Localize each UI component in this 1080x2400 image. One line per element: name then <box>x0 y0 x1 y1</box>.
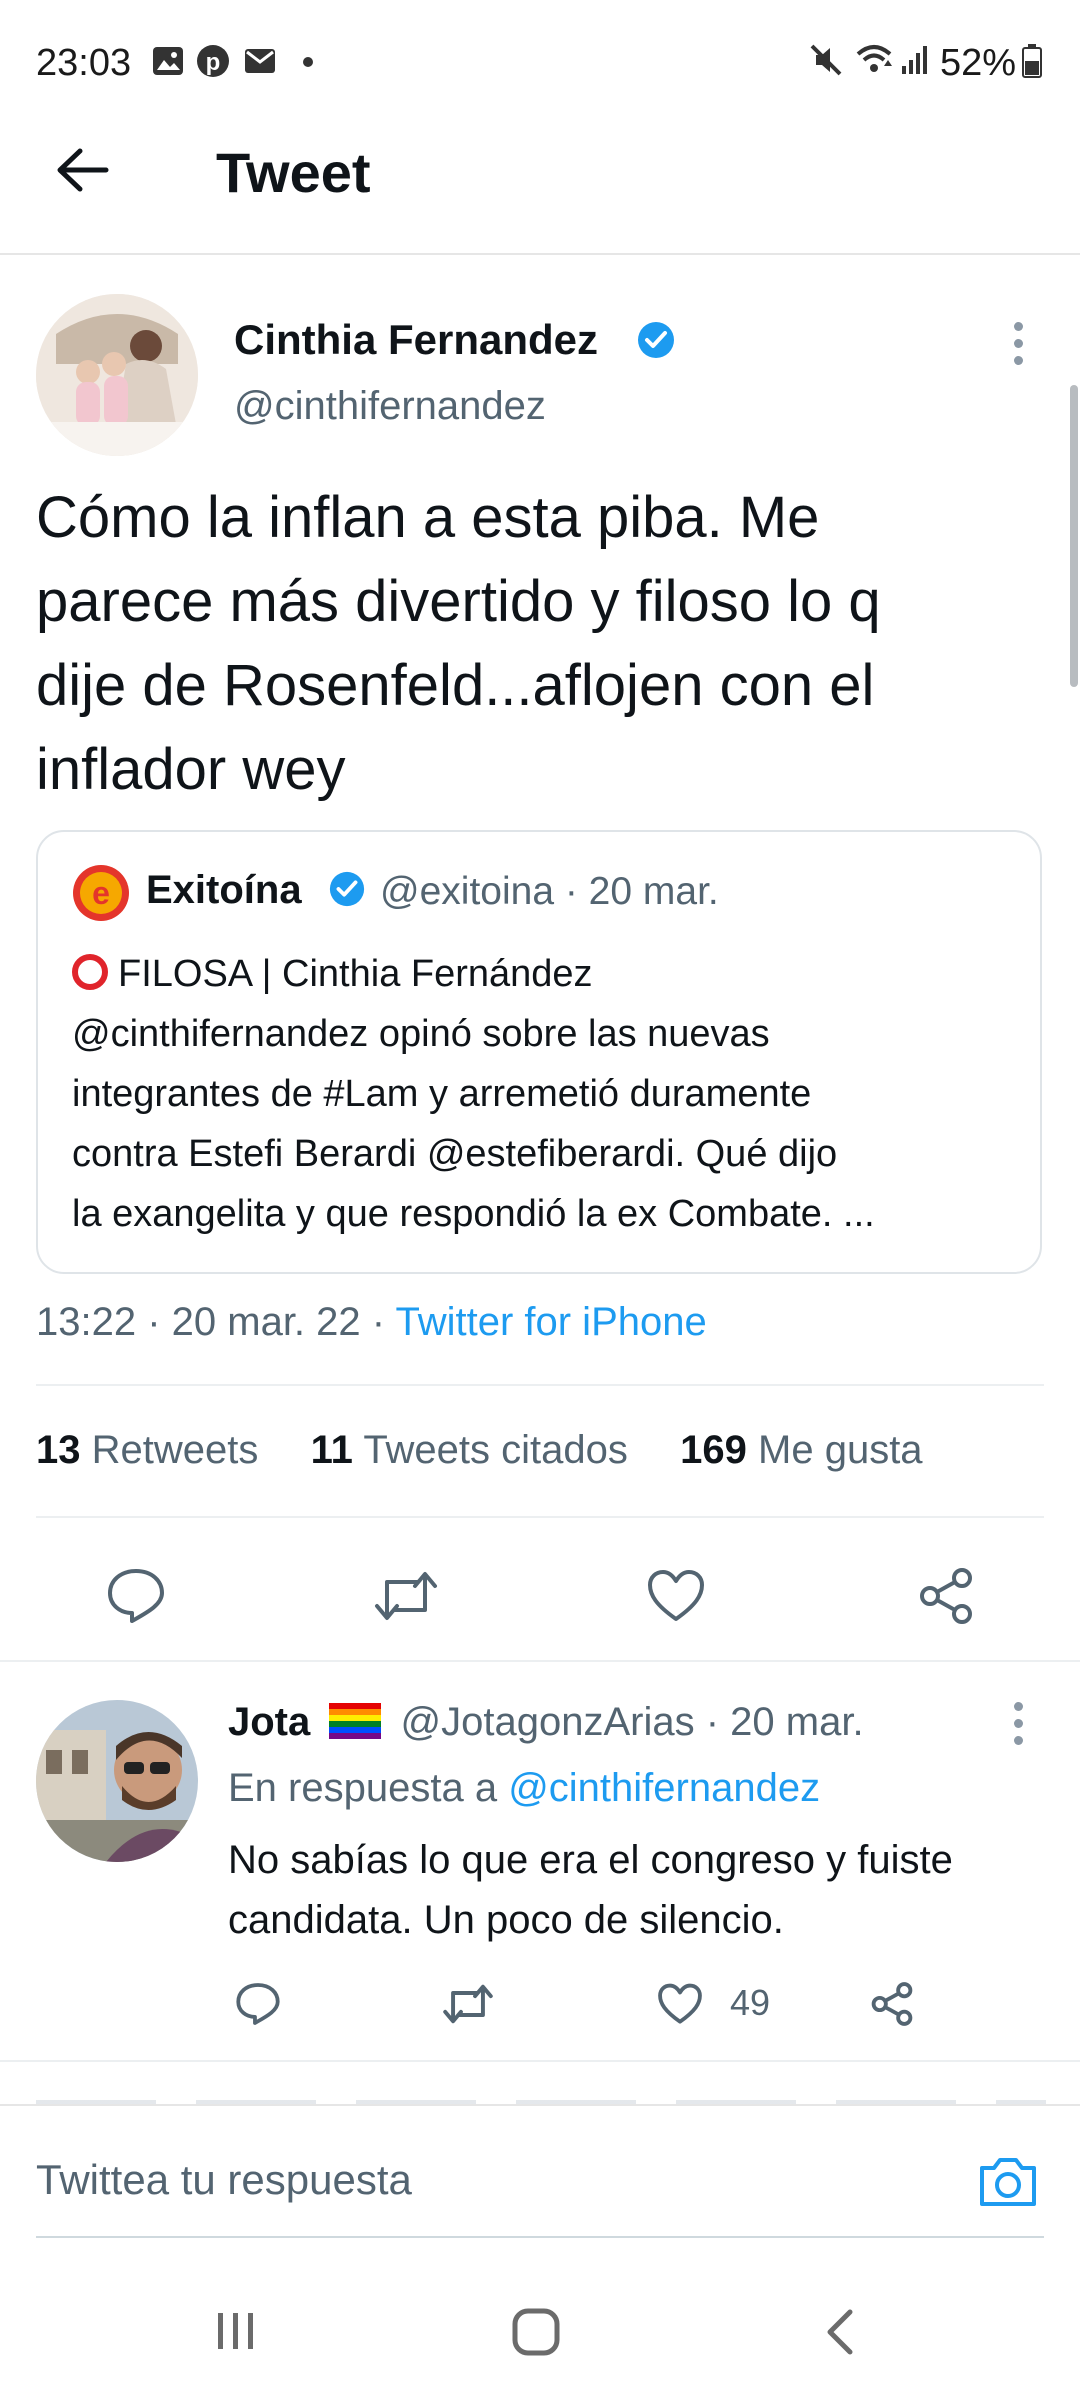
red-circle-icon <box>72 954 108 990</box>
camera-button[interactable] <box>968 2142 1048 2222</box>
scrollbar-thumb[interactable] <box>1070 385 1078 687</box>
battery-icon <box>1022 44 1042 78</box>
tweet-text-line: dije de Rosenfeld...aflojen con el <box>36 653 875 718</box>
reply-icon <box>236 1983 280 2025</box>
tweet-stats: 13 Retweets 11 Tweets citados 169 Me gus… <box>36 1428 923 1473</box>
svg-text:e: e <box>92 875 110 911</box>
quotes-stat[interactable]: 11 Tweets citados <box>311 1428 628 1472</box>
tweet-text-line: Cómo la inflan a esta piba. Me <box>36 485 820 550</box>
retweet-icon <box>375 1572 437 1620</box>
divider <box>36 1384 1044 1386</box>
battery-percentage: 52% <box>940 42 1017 84</box>
author-name[interactable]: Cinthia Fernandez <box>234 316 598 364</box>
reply-text-line: candidata. Un poco de silencio. <box>228 1898 784 1942</box>
page-title: Tweet <box>216 141 371 204</box>
quote-date: · 20 mar. <box>564 870 719 913</box>
reply-reply-button[interactable] <box>226 1972 290 2036</box>
status-bar: 23:03 p 52% <box>0 0 1080 120</box>
quote-text-line: contra Estefi Berardi @estefiberardi. Qu… <box>72 1133 838 1175</box>
system-back-button[interactable] <box>800 2292 880 2372</box>
quote-author-name: Exitoína <box>146 868 302 912</box>
arrow-left-icon <box>57 148 109 192</box>
share-button[interactable] <box>906 1556 986 1636</box>
author-avatar[interactable] <box>36 294 198 456</box>
reply-like-count: 49 <box>730 1982 771 2023</box>
dot-icon <box>302 56 314 68</box>
tweet-source-link[interactable]: Twitter for iPhone <box>395 1300 706 1344</box>
reply-button[interactable] <box>96 1556 176 1636</box>
mute-icon <box>808 42 844 78</box>
rainbow-flag-icon <box>329 1703 382 1739</box>
reply-text: No sabías lo que era el congreso y fuist… <box>228 1830 953 1950</box>
home-icon <box>512 2308 560 2356</box>
home-button[interactable] <box>496 2292 576 2372</box>
heart-icon <box>658 1983 702 2024</box>
author-handle[interactable]: @cinthifernandez <box>234 384 546 429</box>
reply-author-handle[interactable]: @JotagonzArias <box>401 1700 695 1744</box>
tweet-text-line: parece más divertido y filoso lo q <box>36 569 881 634</box>
share-icon <box>871 1982 913 2026</box>
quote-text-line: integrantes de #Lam y arremetió durament… <box>72 1073 812 1115</box>
divider <box>0 1660 1080 1662</box>
quote-avatar: e <box>72 864 130 922</box>
quoted-tweet-card[interactable]: e Exitoína @exitoina · 20 mar. FILOSA | … <box>36 830 1042 1274</box>
tweet-time: 13:22 · 20 mar. 22 · <box>36 1300 386 1344</box>
reply-header: Jota @JotagonzArias · 20 mar. <box>228 1700 864 1745</box>
top-app-bar <box>0 120 1080 255</box>
pinterest-icon: p <box>196 44 230 78</box>
chevron-left-icon <box>827 2309 853 2355</box>
wifi-icon <box>854 42 894 78</box>
retweet-icon <box>443 1984 493 2024</box>
like-button[interactable] <box>636 1556 716 1636</box>
reply-input[interactable]: Twittea tu respuesta <box>36 2156 412 2204</box>
svg-text:p: p <box>206 49 221 76</box>
tweet-text: Cómo la inflan a esta piba. Me parece má… <box>36 476 1046 812</box>
likes-stat[interactable]: 169 Me gusta <box>680 1428 922 1472</box>
quote-text: FILOSA | Cinthia Fernández @cinthifernan… <box>72 944 1022 1244</box>
composer-underline <box>36 2236 1044 2238</box>
quote-text-line: @cinthifernandez opinó sobre las nuevas <box>72 1013 770 1055</box>
tweet-timestamp: 13:22 · 20 mar. 22 · Twitter for iPhone <box>36 1300 707 1345</box>
divider <box>36 1516 1044 1518</box>
quote-text-line: la exangelita y que respondió la ex Comb… <box>72 1193 875 1235</box>
mail-icon <box>244 48 276 74</box>
divider <box>0 2060 1080 2062</box>
reply-icon <box>108 1569 164 1623</box>
recents-icon <box>218 2313 253 2349</box>
replying-to-handle[interactable]: @cinthifernandez <box>508 1766 820 1810</box>
reply-avatar[interactable] <box>36 1700 198 1862</box>
reply-retweet-button[interactable] <box>436 1972 500 2036</box>
heart-icon <box>648 1570 704 1621</box>
retweets-stat[interactable]: 13 Retweets <box>36 1428 258 1472</box>
reply-share-button[interactable] <box>860 1972 924 2036</box>
reply-date: · 20 mar. <box>705 1700 864 1744</box>
signal-icon <box>900 44 930 76</box>
quote-text-line: FILOSA | Cinthia Fernández <box>72 944 1022 1004</box>
camera-icon <box>980 2158 1036 2206</box>
gallery-icon <box>152 46 184 76</box>
replying-to: En respuesta a @cinthifernandez <box>228 1766 821 1810</box>
retweet-button[interactable] <box>366 1556 446 1636</box>
quote-verified-icon <box>328 870 366 908</box>
reply-like-button[interactable] <box>648 1972 712 2036</box>
quote-meta: @exitoina · 20 mar. <box>380 870 719 914</box>
share-icon <box>920 1568 972 1624</box>
verified-badge-icon <box>636 320 676 360</box>
recents-button[interactable] <box>196 2296 276 2366</box>
back-button[interactable] <box>42 130 122 210</box>
quote-handle: @exitoina <box>380 870 555 913</box>
status-time: 23:03 <box>36 42 132 84</box>
tweet-text-line: inflador wey <box>36 737 346 802</box>
reply-more-options-icon[interactable] <box>1014 1702 1024 1753</box>
reply-author-name[interactable]: Jota <box>228 1700 310 1744</box>
reply-text-line: No sabías lo que era el congreso y fuist… <box>228 1838 953 1882</box>
more-options-icon[interactable] <box>1014 322 1024 373</box>
